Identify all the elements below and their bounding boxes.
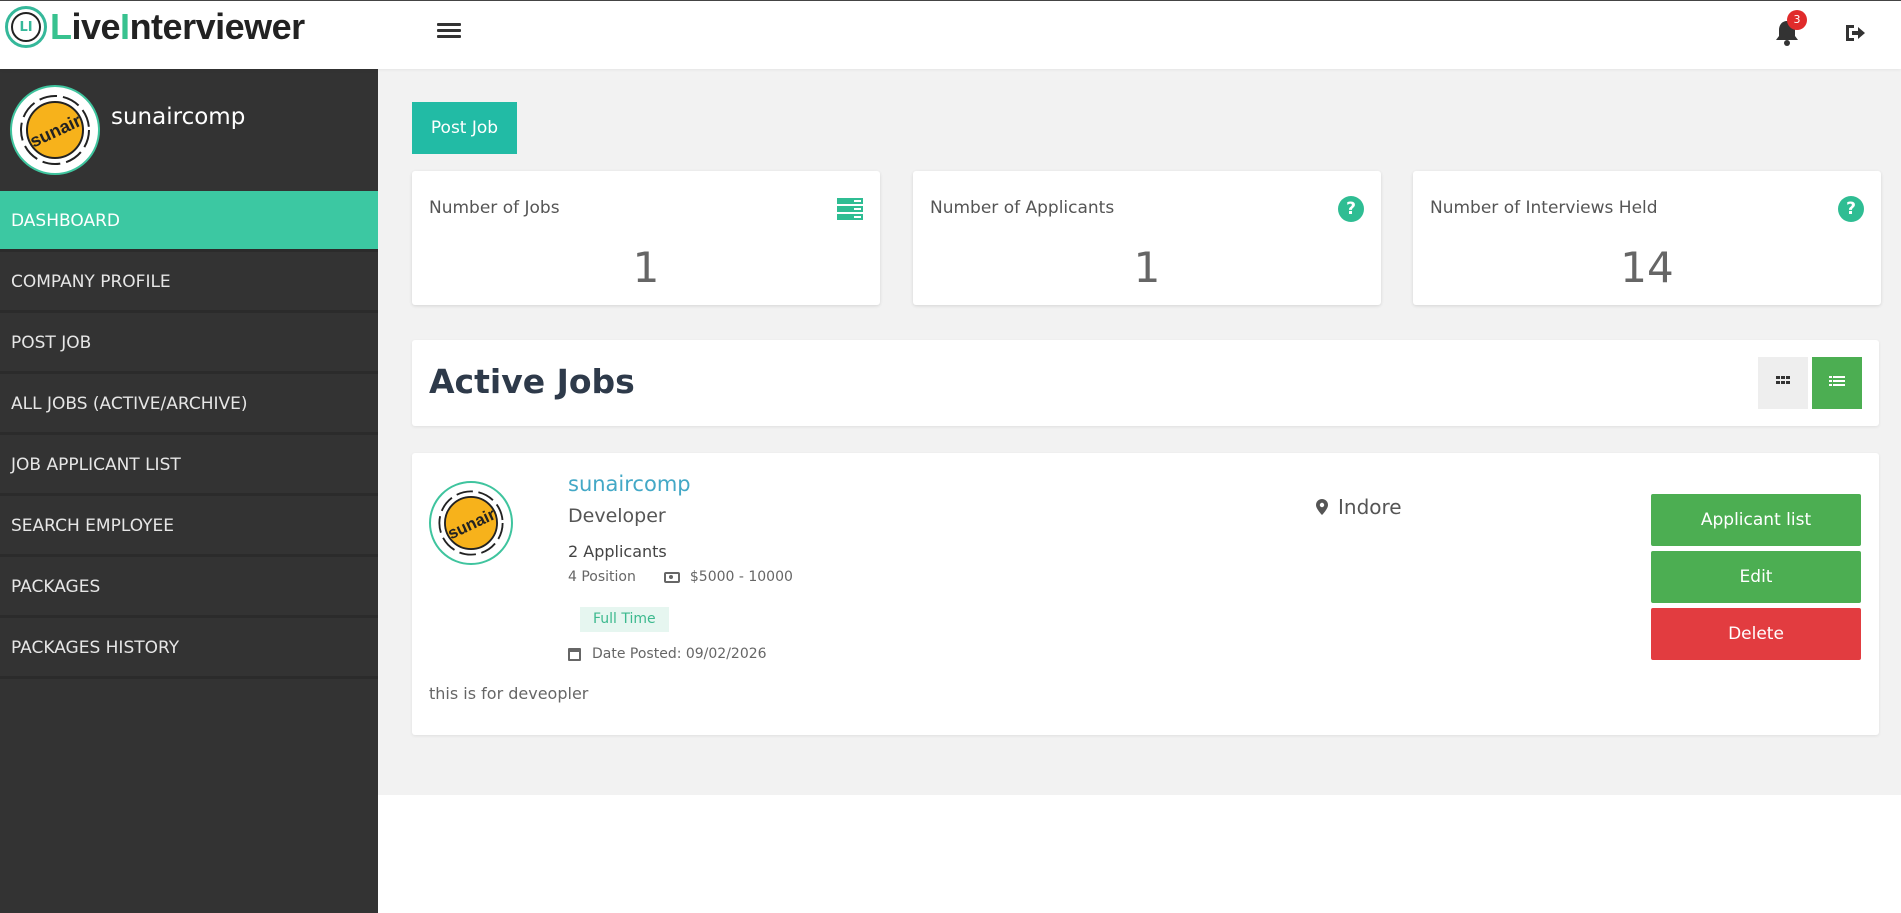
logo-text-ive: ive	[71, 6, 121, 47]
sunair-logo-svg: sunair	[433, 485, 509, 561]
stat-card-applicants: Number of Applicants ? 1	[913, 171, 1381, 305]
hamburger-line	[437, 23, 461, 26]
stat-value: 1	[632, 243, 660, 292]
list-view-button[interactable]	[1812, 357, 1862, 409]
applicant-count: 2 Applicants	[568, 542, 667, 561]
stat-value: 1	[1133, 243, 1161, 292]
sidebar-item-all-jobs[interactable]: ALL JOBS (ACTIVE/ARCHIVE)	[0, 374, 378, 435]
logo-mark-icon: LI	[5, 6, 47, 48]
stat-card-interviews: Number of Interviews Held ? 14	[1413, 171, 1881, 305]
sunair-logo-svg: sunair	[15, 90, 95, 170]
job-card: sunair sunaircomp Developer 2 Applicants…	[412, 453, 1879, 735]
logo-wordmark: LiveInterviewer	[50, 6, 305, 48]
logo-letter-i: I	[120, 6, 130, 47]
server-icon	[837, 196, 863, 222]
sidebar-item-dashboard[interactable]: DASHBOARD	[0, 191, 378, 252]
money-icon	[663, 571, 680, 583]
stat-value: 14	[1620, 243, 1674, 292]
post-job-button[interactable]: Post Job	[412, 102, 517, 154]
job-location: Indore	[1316, 495, 1402, 519]
hamburger-icon[interactable]	[437, 20, 461, 42]
logo-letter-l: L	[50, 6, 72, 47]
sidebar: sunair sunaircomp DASHBOARD COMPANY PROF…	[0, 69, 378, 913]
date-posted: Date Posted: 09/02/2026	[568, 646, 767, 662]
app-logo[interactable]: LI LiveInterviewer	[5, 4, 305, 50]
position-count: 4 Position	[568, 569, 636, 585]
question-circle-icon: ?	[1838, 196, 1864, 222]
sign-out-svg	[1846, 25, 1865, 41]
notification-badge: 3	[1787, 10, 1807, 30]
company-logo: sunair	[429, 481, 513, 565]
job-title: Developer	[568, 505, 666, 527]
main-content: Post Job Number of Jobs 1 Number of Appl…	[378, 69, 1901, 795]
grid-view-icon	[1776, 375, 1790, 384]
stat-label: Number of Applicants	[930, 198, 1115, 218]
stat-label: Number of Interviews Held	[1430, 198, 1658, 218]
company-link[interactable]: sunaircomp	[568, 472, 691, 496]
job-meta: 4 Position $5000 - 10000	[568, 569, 793, 585]
active-jobs-title: Active Jobs	[429, 362, 635, 401]
stat-card-jobs: Number of Jobs 1	[412, 171, 880, 305]
grid-view-button[interactable]	[1758, 357, 1808, 409]
sidebar-item-packages-history[interactable]: PACKAGES HISTORY	[0, 618, 378, 679]
question-circle-icon: ?	[1338, 196, 1364, 222]
logo-mark-text: LI	[11, 12, 41, 42]
edit-button[interactable]: Edit	[1651, 551, 1861, 603]
job-type-badge: Full Time	[580, 607, 669, 632]
date-posted-text: Date Posted: 09/02/2026	[592, 646, 767, 662]
company-name: sunaircomp	[111, 104, 246, 130]
hamburger-line	[437, 29, 461, 32]
hamburger-line	[437, 35, 461, 38]
top-bar: LI LiveInterviewer 3	[0, 0, 1901, 69]
delete-button[interactable]: Delete	[1651, 608, 1861, 660]
job-description: this is for deveopler	[429, 684, 589, 703]
sidebar-item-search-employee[interactable]: SEARCH EMPLOYEE	[0, 496, 378, 557]
applicant-list-button[interactable]: Applicant list	[1651, 494, 1861, 546]
list-view-icon	[1829, 375, 1845, 386]
salary-range: $5000 - 10000	[689, 569, 793, 585]
sidebar-item-packages[interactable]: PACKAGES	[0, 557, 378, 618]
sidebar-item-post-job[interactable]: POST JOB	[0, 313, 378, 374]
logo-text-rest: nterviewer	[129, 6, 306, 47]
sidebar-item-company-profile[interactable]: COMPANY PROFILE	[0, 252, 378, 313]
sidebar-profile: sunair sunaircomp	[0, 69, 378, 191]
stat-label: Number of Jobs	[429, 198, 560, 218]
footer-area	[378, 795, 1901, 913]
avatar[interactable]: sunair	[10, 85, 100, 175]
server-svg	[837, 198, 863, 220]
sign-out-icon[interactable]	[1843, 21, 1867, 45]
calendar-icon	[568, 647, 581, 661]
sidebar-item-job-applicant-list[interactable]: JOB APPLICANT LIST	[0, 435, 378, 496]
map-marker-icon	[1316, 499, 1328, 515]
location-text: Indore	[1338, 495, 1402, 519]
active-jobs-header: Active Jobs	[412, 340, 1879, 426]
salary: $5000 - 10000	[663, 569, 793, 585]
